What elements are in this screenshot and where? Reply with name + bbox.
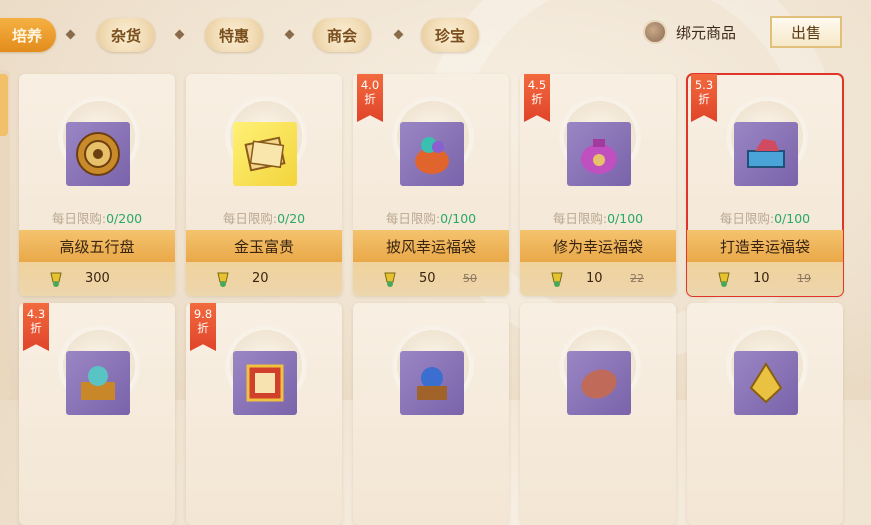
sell-button[interactable]: 出售 bbox=[770, 16, 842, 48]
daily-limit-label: 每日限购: bbox=[222, 211, 278, 226]
cape-lucky-bag-icon bbox=[400, 122, 464, 186]
bound-currency-icon bbox=[214, 270, 232, 288]
discount-tag: 4.0 折 bbox=[357, 74, 383, 122]
item-card[interactable]: 4.3 折 bbox=[19, 303, 175, 525]
item-price: 300 bbox=[85, 271, 110, 286]
price-bar: 300 bbox=[19, 262, 175, 296]
forge-lucky-bag-icon bbox=[734, 122, 798, 186]
daily-limit-count: 0/100 bbox=[774, 211, 811, 226]
red-stone-icon bbox=[567, 351, 631, 415]
item-price: 10 bbox=[586, 271, 603, 286]
item-card[interactable]: 每日限购:0/20 金玉富贵 20 bbox=[186, 74, 342, 296]
tab-separator bbox=[174, 29, 185, 40]
item-name: 高级五行盘 bbox=[19, 230, 175, 262]
bound-currency-icon bbox=[715, 270, 733, 288]
item-card[interactable]: 每日限购:0/100 修为幸运福袋 10 22 4.5 折 bbox=[520, 74, 676, 296]
bound-currency-icon bbox=[47, 270, 65, 288]
daily-limit: 每日限购:0/200 bbox=[19, 208, 175, 227]
item-card[interactable]: 每日限购:0/200 高级五行盘 300 bbox=[19, 74, 175, 296]
price-bar: 10 19 bbox=[687, 262, 843, 296]
daily-limit: 每日限购:0/100 bbox=[520, 208, 676, 227]
item-card[interactable]: 9.8 折 bbox=[186, 303, 342, 525]
discount-tag: 4.5 折 bbox=[524, 74, 550, 122]
item-price: 20 bbox=[252, 271, 269, 286]
daily-limit-count: 0/200 bbox=[106, 211, 143, 226]
tab-separator bbox=[65, 29, 76, 40]
golden-scroll-frame-icon bbox=[233, 351, 297, 415]
item-price: 50 bbox=[419, 271, 436, 286]
daily-limit-label: 每日限购: bbox=[719, 211, 775, 226]
discount-tag: 5.3 折 bbox=[691, 74, 717, 122]
left-panel-edge bbox=[0, 70, 10, 400]
bound-currency-icon bbox=[381, 270, 399, 288]
price-bar: 50 50 bbox=[353, 262, 509, 296]
bound-currency-icon bbox=[548, 270, 566, 288]
daily-limit: 每日限购:0/100 bbox=[353, 208, 509, 227]
item-name: 披风幸运福袋 bbox=[353, 230, 509, 262]
cultivation-lucky-bag-icon bbox=[567, 122, 631, 186]
item-card[interactable]: 每日限购:0/100 打造幸运福袋 10 19 5.3 折 bbox=[686, 73, 844, 297]
original-price: 19 bbox=[797, 272, 811, 285]
tab-cultivate[interactable]: 培养 bbox=[0, 18, 56, 52]
gold-scroll-icon bbox=[233, 122, 297, 186]
item-name: 金玉富贵 bbox=[186, 230, 342, 262]
daily-limit-count: 0/20 bbox=[277, 211, 306, 226]
item-card[interactable] bbox=[520, 303, 676, 525]
item-card[interactable]: 每日限购:0/100 披风幸运福袋 50 50 4.0 折 bbox=[353, 74, 509, 296]
tab-treasures[interactable]: 珍宝 bbox=[421, 18, 479, 52]
discount-tag: 4.3 折 bbox=[23, 303, 49, 351]
item-price: 10 bbox=[753, 271, 770, 286]
daily-limit-count: 0/100 bbox=[440, 211, 477, 226]
tab-groceries[interactable]: 杂货 bbox=[97, 18, 155, 52]
tab-separator bbox=[393, 29, 404, 40]
daily-limit: 每日限购:0/100 bbox=[687, 208, 843, 227]
item-name: 修为幸运福袋 bbox=[520, 230, 676, 262]
price-bar: 20 bbox=[186, 262, 342, 296]
item-card[interactable] bbox=[353, 303, 509, 525]
blue-orb-chest-icon bbox=[400, 351, 464, 415]
item-name: 打造幸运福袋 bbox=[687, 230, 843, 262]
tab-separator bbox=[284, 29, 295, 40]
five-elements-compass-icon bbox=[66, 122, 130, 186]
daily-limit-label: 每日限购: bbox=[552, 211, 608, 226]
original-price: 50 bbox=[463, 272, 477, 285]
currency-label: 绑元商品 bbox=[676, 24, 737, 42]
tab-specials[interactable]: 特惠 bbox=[205, 18, 263, 52]
discount-tag: 9.8 折 bbox=[190, 303, 216, 351]
item-card[interactable] bbox=[687, 303, 843, 525]
daily-limit: 每日限购:0/20 bbox=[186, 208, 342, 227]
top-bar: 培养 杂货 特惠 商会 珍宝 绑元商品 出售 bbox=[0, 0, 871, 64]
original-price: 22 bbox=[630, 272, 644, 285]
price-bar: 10 22 bbox=[520, 262, 676, 296]
daily-limit-count: 0/100 bbox=[607, 211, 644, 226]
gem-treasure-box-icon bbox=[66, 351, 130, 415]
tab-guild[interactable]: 商会 bbox=[313, 18, 371, 52]
gold-charm-icon bbox=[734, 351, 798, 415]
bound-coin-icon bbox=[643, 20, 667, 44]
daily-limit-label: 每日限购: bbox=[51, 211, 107, 226]
daily-limit-label: 每日限购: bbox=[385, 211, 441, 226]
